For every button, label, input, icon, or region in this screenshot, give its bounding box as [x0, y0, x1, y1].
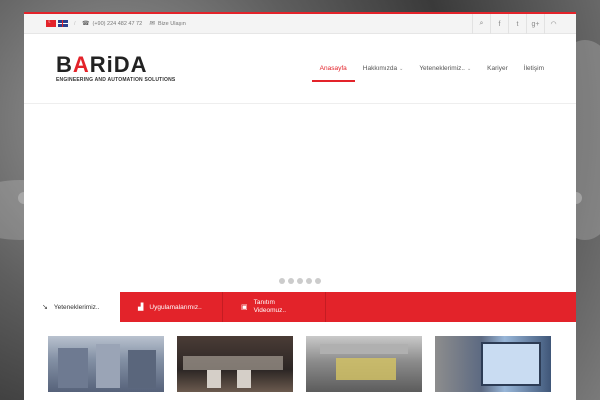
main-nav: Anasayfa Hakkımızda ⌄ Yeteneklerimiz.. ⌄…: [311, 62, 552, 82]
contact-label: Bize Ulaşın: [158, 20, 186, 27]
slider-pagination: [279, 278, 321, 284]
contact-link[interactable]: ✉ Bize Ulaşın: [150, 20, 186, 28]
envelope-icon: ✉: [150, 21, 156, 27]
phone-info: ☎ (+90) 224 482 47 72 /: [82, 20, 151, 28]
turkish-flag-icon[interactable]: [46, 19, 56, 27]
feature-tabs: ↘ Yeteneklerimiz.. ▟ Uygulamalarımız.. ▣…: [24, 292, 576, 322]
chart-icon: ▟: [138, 304, 144, 311]
nav-label: Hakkımızda: [362, 65, 398, 72]
google-plus-icon[interactable]: g+: [526, 14, 544, 34]
thumbnail-strip: [24, 322, 576, 392]
chevron-down-icon: ⌄: [399, 65, 404, 72]
social-bar: ⌕ f t g+ ◠: [472, 14, 562, 34]
rss-icon[interactable]: ◠: [544, 14, 562, 34]
nav-item-hakkimizda[interactable]: Hakkımızda ⌄: [355, 62, 412, 82]
phone-icon: ☎: [82, 21, 90, 27]
machine-photo-2[interactable]: [177, 336, 293, 392]
nav-item-yeteneklerimiz[interactable]: Yeteneklerimiz.. ⌄: [411, 62, 479, 82]
nav-item-iletisim[interactable]: İletişim: [516, 62, 552, 82]
nav-label: Kariyer: [487, 65, 508, 72]
nav-label: İletişim: [523, 65, 544, 72]
page-container: / ☎ (+90) 224 482 47 72 / ✉ Bize Ulaşın …: [18, 12, 582, 400]
nav-item-anasayfa[interactable]: Anasayfa: [311, 62, 355, 82]
chevron-down-icon: ⌄: [466, 65, 472, 72]
slider-dot[interactable]: [297, 278, 303, 284]
tab-uygulamalarimiz[interactable]: ▟ Uygulamalarımız..: [120, 292, 223, 322]
machine-photo-3[interactable]: [306, 336, 422, 392]
slider-dot[interactable]: [279, 278, 285, 284]
nav-label: Anasayfa: [319, 65, 347, 72]
site-logo[interactable]: BARiDA ENGINEERING AND AUTOMATION SOLUTI…: [56, 52, 176, 84]
arrow-pointer-icon: ↘: [42, 304, 48, 311]
search-icon[interactable]: ⌕: [472, 14, 490, 34]
slider-dot[interactable]: [288, 278, 294, 284]
site-header: BARiDA ENGINEERING AND AUTOMATION SOLUTI…: [24, 34, 576, 104]
logo-tagline: ENGINEERING AND AUTOMATION SOLUTIONS: [56, 77, 176, 83]
tab-label-line2: Videomuz..: [253, 307, 287, 314]
slider-dot[interactable]: [306, 278, 312, 284]
nav-label: Yeteneklerimiz..: [419, 65, 465, 72]
top-bar: / ☎ (+90) 224 482 47 72 / ✉ Bize Ulaşın …: [24, 12, 576, 34]
hero-slider: [18, 104, 582, 292]
cad-screen-photo[interactable]: [435, 336, 551, 392]
film-icon: ▣: [241, 304, 248, 311]
slider-dot[interactable]: [315, 278, 321, 284]
tab-label: Uygulamalarımız..: [149, 303, 202, 311]
tab-yeteneklerimiz[interactable]: ↘ Yeteneklerimiz..: [24, 292, 120, 322]
machine-photo-1[interactable]: [48, 336, 164, 392]
phone-number: (+90) 224 482 47 72: [92, 20, 143, 27]
tab-tanitim-videomuz[interactable]: ▣ Tanıtım Videomuz..: [223, 292, 326, 322]
twitter-icon[interactable]: t: [508, 14, 526, 34]
tab-label-line1: Tanıtım: [253, 299, 275, 306]
nav-item-kariyer[interactable]: Kariyer: [479, 62, 516, 82]
logo-name: BARiDA: [56, 52, 148, 77]
tab-label: Yeteneklerimiz..: [53, 303, 100, 311]
language-switcher: /: [46, 19, 80, 27]
slider-prev-button[interactable]: [18, 192, 24, 204]
facebook-icon[interactable]: f: [490, 14, 508, 34]
uk-flag-icon[interactable]: [58, 20, 68, 27]
